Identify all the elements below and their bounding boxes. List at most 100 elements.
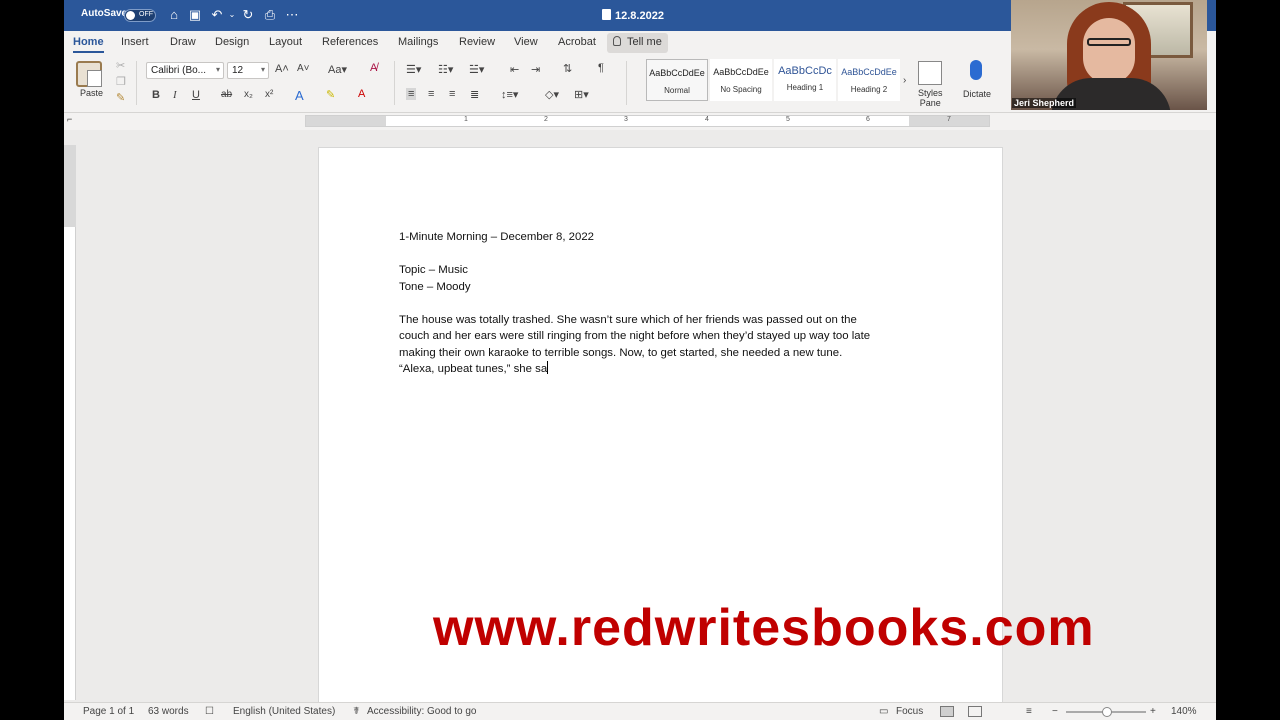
- accessibility-status[interactable]: Accessibility: Good to go: [367, 706, 477, 717]
- tab-design[interactable]: Design: [215, 36, 249, 48]
- tell-me-label: Tell me: [627, 36, 662, 48]
- undo-dropdown-icon[interactable]: ⌄: [224, 7, 240, 23]
- undo-icon[interactable]: ↶: [209, 7, 225, 23]
- font-name-combo[interactable]: Calibri (Bo... ▾: [146, 62, 224, 79]
- paste-label[interactable]: Paste: [80, 88, 103, 98]
- style-heading-1[interactable]: AaBbCcDc Heading 1: [774, 59, 836, 101]
- chevron-right-icon[interactable]: ›: [903, 75, 906, 86]
- superscript-icon[interactable]: x²: [265, 89, 273, 100]
- bold-icon[interactable]: B: [152, 89, 160, 101]
- style-heading-2[interactable]: AaBbCcDdEe Heading 2: [838, 59, 900, 101]
- sort-icon[interactable]: ⇅: [563, 62, 572, 75]
- focus-label[interactable]: Focus: [896, 706, 923, 717]
- tab-references[interactable]: References: [322, 36, 378, 48]
- tab-mailings[interactable]: Mailings: [398, 36, 438, 48]
- tell-me-search[interactable]: Tell me: [607, 33, 668, 53]
- tab-insert[interactable]: Insert: [121, 36, 149, 48]
- text-cursor: [547, 361, 549, 374]
- vertical-ruler[interactable]: [64, 145, 76, 700]
- styles-pane-label[interactable]: Styles Pane: [918, 88, 943, 108]
- home-icon[interactable]: ⌂: [166, 7, 182, 23]
- zoom-out-icon[interactable]: −: [1052, 706, 1058, 717]
- tab-view[interactable]: View: [514, 36, 538, 48]
- copy-icon[interactable]: ❐: [116, 75, 126, 88]
- tab-stop-icon[interactable]: ⌐: [67, 114, 72, 124]
- print-icon[interactable]: ⎙: [262, 7, 278, 23]
- shrink-font-icon[interactable]: A˅: [297, 63, 310, 74]
- change-case-icon[interactable]: Aa▾: [328, 63, 347, 76]
- top-margin: [64, 145, 76, 227]
- bullets-icon[interactable]: ☰▾: [406, 63, 421, 76]
- horizontal-ruler[interactable]: 1 2 3 4 5 6 7: [305, 115, 990, 127]
- tab-layout[interactable]: Layout: [269, 36, 302, 48]
- word-count[interactable]: 63 words: [148, 706, 189, 717]
- highlight-icon[interactable]: ✎: [326, 88, 335, 101]
- clear-formatting-icon[interactable]: A̸: [370, 62, 377, 74]
- save-icon[interactable]: ▣: [187, 7, 203, 23]
- zoom-slider-thumb[interactable]: [1102, 707, 1112, 717]
- autosave-toggle[interactable]: OFF: [124, 9, 156, 22]
- format-painter-icon[interactable]: ✎: [116, 91, 125, 104]
- align-center-icon[interactable]: ≡: [428, 88, 434, 100]
- document-title[interactable]: 12.8.2022: [602, 9, 664, 22]
- more-icon[interactable]: ⋯: [284, 7, 300, 23]
- line-spacing-icon[interactable]: ↕≡▾: [501, 88, 518, 101]
- ruler-area: ⌐ 1 2 3 4 5 6 7: [64, 113, 1216, 130]
- cut-icon[interactable]: ✂: [116, 59, 125, 72]
- underline-icon[interactable]: U: [192, 89, 200, 101]
- font-size-combo[interactable]: 12 ▾: [227, 62, 269, 79]
- text-effects-icon[interactable]: A: [295, 88, 304, 103]
- decrease-indent-icon[interactable]: ⇤: [510, 63, 519, 76]
- web-layout-button[interactable]: [968, 706, 982, 717]
- show-marks-icon[interactable]: ¶: [598, 62, 604, 74]
- subscript-icon[interactable]: x₂: [244, 89, 253, 100]
- redo-icon[interactable]: ↻: [240, 7, 256, 23]
- outline-view-icon[interactable]: ≡: [1026, 706, 1032, 717]
- divider: [136, 61, 137, 105]
- grow-font-icon[interactable]: A˄: [275, 63, 289, 75]
- tab-home[interactable]: Home: [73, 36, 104, 53]
- language[interactable]: English (United States): [233, 706, 335, 717]
- strikethrough-icon[interactable]: ab: [221, 89, 232, 100]
- shading-icon[interactable]: ◇▾: [545, 88, 559, 101]
- chevron-down-icon: ▾: [260, 65, 265, 74]
- numbering-icon[interactable]: ☷▾: [438, 63, 453, 76]
- italic-icon[interactable]: I: [173, 89, 177, 101]
- borders-icon[interactable]: ⊞▾: [574, 88, 589, 101]
- ruler-number: 5: [786, 116, 790, 123]
- ruler-number: 4: [705, 116, 709, 123]
- accessibility-icon[interactable]: ☤: [353, 706, 360, 717]
- proofing-icon[interactable]: ☐: [205, 706, 214, 717]
- website-watermark: www.redwritesbooks.com: [433, 599, 1095, 657]
- tab-draw[interactable]: Draw: [170, 36, 196, 48]
- paste-icon[interactable]: [76, 61, 102, 87]
- increase-indent-icon[interactable]: ⇥: [531, 63, 540, 76]
- topic-line: Topic – Music: [399, 264, 468, 276]
- document-body[interactable]: 1-Minute Morning – December 8, 2022 Topi…: [399, 229, 939, 378]
- font-size-value: 12: [232, 65, 244, 76]
- tab-acrobat[interactable]: Acrobat: [558, 36, 596, 48]
- style-normal[interactable]: AaBbCcDdEe Normal: [646, 59, 708, 101]
- divider: [626, 61, 627, 105]
- microphone-icon[interactable]: [970, 60, 982, 80]
- page-count[interactable]: Page 1 of 1: [83, 706, 134, 717]
- body-line-text: “Alexa, upbeat tunes,” she sa: [399, 363, 548, 375]
- zoom-in-icon[interactable]: +: [1150, 706, 1156, 717]
- styles-gallery: AaBbCcDdEe Normal AaBbCcDdEe No Spacing …: [641, 59, 913, 105]
- dictate-label[interactable]: Dictate: [963, 89, 991, 99]
- autosave-label: AutoSave: [81, 8, 128, 19]
- justify-icon[interactable]: ≣: [470, 88, 479, 101]
- styles-pane-icon[interactable]: [918, 61, 942, 85]
- focus-icon[interactable]: ▭: [879, 706, 888, 717]
- align-left-icon[interactable]: ≡: [406, 88, 417, 100]
- zoom-level[interactable]: 140%: [1171, 706, 1197, 717]
- ruler-number: 3: [624, 116, 628, 123]
- tab-review[interactable]: Review: [459, 36, 495, 48]
- ruler-number: 1: [464, 116, 468, 123]
- print-layout-button[interactable]: [940, 706, 954, 717]
- style-no-spacing[interactable]: AaBbCcDdEe No Spacing: [710, 59, 772, 101]
- lightbulb-icon: [613, 36, 621, 46]
- align-right-icon[interactable]: ≡: [449, 88, 455, 100]
- font-color-icon[interactable]: A: [358, 88, 365, 100]
- multilevel-list-icon[interactable]: ☱▾: [469, 63, 484, 76]
